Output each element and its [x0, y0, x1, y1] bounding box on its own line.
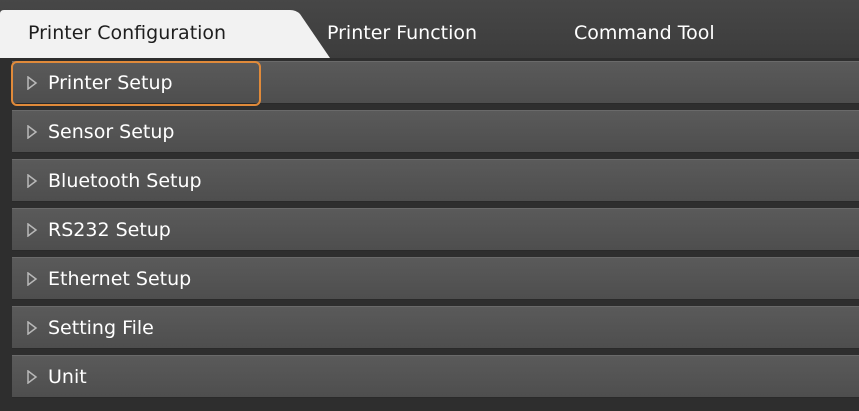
tab-bar: Printer Configuration Printer Function C…: [0, 0, 859, 58]
section-label: Setting File: [48, 317, 154, 339]
section-label: Unit: [48, 366, 87, 388]
section-label: RS232 Setup: [48, 219, 171, 241]
section-setting-file[interactable]: Setting File: [12, 306, 859, 349]
chevron-right-icon: [27, 223, 38, 237]
section-unit[interactable]: Unit: [12, 355, 859, 398]
chevron-right-icon: [27, 76, 38, 90]
chevron-right-icon: [27, 321, 38, 335]
tab-printer-function[interactable]: Printer Function: [327, 0, 477, 58]
section-label: Sensor Setup: [48, 121, 175, 143]
printer-tool-window: Printer Configuration Printer Function C…: [0, 0, 859, 411]
section-bluetooth-setup[interactable]: Bluetooth Setup: [12, 159, 859, 202]
section-printer-setup[interactable]: Printer Setup: [12, 61, 859, 104]
section-sensor-setup[interactable]: Sensor Setup: [12, 110, 859, 153]
tab-label: Command Tool: [574, 22, 715, 44]
section-label: Ethernet Setup: [48, 268, 192, 290]
section-label: Bluetooth Setup: [48, 170, 202, 192]
configuration-panel: Printer Setup Sensor Setup Bluetooth Set…: [0, 58, 859, 411]
section-ethernet-setup[interactable]: Ethernet Setup: [12, 257, 859, 300]
chevron-right-icon: [27, 174, 38, 188]
tab-printer-configuration[interactable]: Printer Configuration: [0, 0, 330, 58]
section-rs232-setup[interactable]: RS232 Setup: [12, 208, 859, 251]
section-label: Printer Setup: [48, 72, 173, 94]
chevron-right-icon: [27, 272, 38, 286]
chevron-right-icon: [27, 125, 38, 139]
tab-command-tool[interactable]: Command Tool: [574, 0, 715, 58]
tab-label: Printer Function: [327, 22, 478, 44]
chevron-right-icon: [27, 370, 38, 384]
tab-label: Printer Configuration: [28, 22, 227, 44]
